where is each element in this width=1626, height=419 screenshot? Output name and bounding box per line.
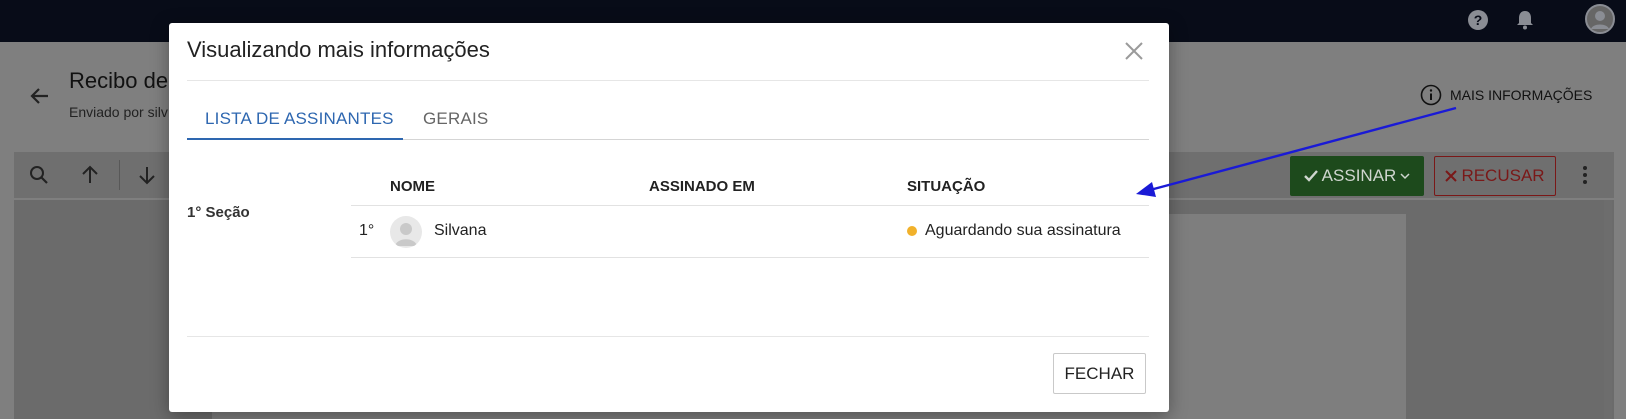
user-avatar-icon[interactable] — [1585, 4, 1615, 34]
avatar-placeholder-icon — [390, 216, 422, 248]
back-arrow-icon[interactable] — [28, 84, 52, 108]
toolbar-divider — [119, 160, 120, 190]
signer-order: 1° — [359, 222, 375, 239]
chevron-down-icon — [1400, 173, 1410, 180]
tab-signers-list[interactable]: LISTA DE ASSINANTES — [205, 109, 394, 129]
arrow-down-icon[interactable] — [136, 164, 158, 186]
sign-button[interactable]: ASSINAR — [1290, 156, 1424, 196]
column-header-status: SITUAÇÃO — [907, 178, 986, 195]
check-icon — [1303, 170, 1318, 182]
modal-title: Visualizando mais informações — [187, 37, 490, 62]
active-tab-indicator — [187, 138, 403, 140]
svg-text:?: ? — [1474, 12, 1483, 28]
help-icon[interactable]: ? — [1467, 9, 1489, 31]
viewer-scrollbar[interactable] — [1604, 200, 1612, 419]
close-icon[interactable] — [1122, 39, 1146, 63]
refuse-button[interactable]: RECUSAR — [1434, 156, 1556, 196]
column-header-name: NOME — [390, 178, 435, 195]
more-info-link[interactable]: MAIS INFORMAÇÕES — [1420, 84, 1592, 106]
sign-button-label: ASSINAR — [1321, 166, 1397, 185]
section-label: 1° Seção — [187, 204, 250, 221]
more-info-modal: Visualizando mais informações LISTA DE A… — [169, 23, 1169, 412]
signer-name: Silvana — [434, 222, 487, 239]
arrow-up-icon[interactable] — [79, 164, 101, 186]
info-icon — [1420, 84, 1442, 106]
status-pending-dot — [907, 226, 917, 236]
modal-header-divider — [187, 80, 1149, 81]
table-header-divider — [351, 205, 1149, 206]
kebab-menu-icon[interactable] — [1580, 164, 1590, 186]
search-icon[interactable] — [28, 164, 50, 186]
x-icon — [1445, 170, 1458, 182]
more-info-label: MAIS INFORMAÇÕES — [1450, 87, 1593, 103]
refuse-button-label: RECUSAR — [1461, 166, 1545, 185]
close-button[interactable]: FECHAR — [1053, 353, 1146, 394]
table-row-divider — [351, 257, 1149, 258]
column-header-signed-at: ASSINADO EM — [649, 178, 755, 195]
modal-footer-divider — [187, 336, 1149, 337]
tab-general[interactable]: GERAIS — [423, 109, 488, 129]
bell-icon[interactable] — [1514, 9, 1536, 31]
signer-status: Aguardando sua assinatura — [925, 222, 1121, 239]
document-subtitle: Enviado por silv — [69, 104, 168, 120]
document-title: Recibo de — [69, 68, 169, 93]
